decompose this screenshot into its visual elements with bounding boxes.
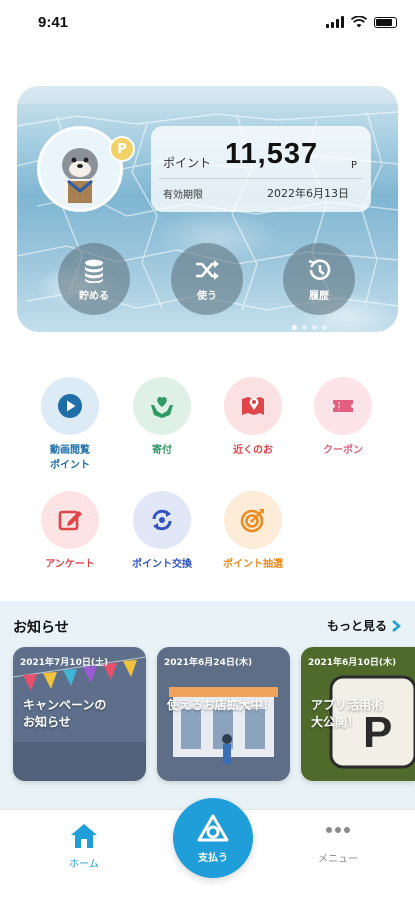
nav-home[interactable]: ホーム: [44, 822, 124, 870]
point-card: P ポイント 11,537 P 有効期限 2022年6月13日 貯める 使う 履…: [17, 86, 398, 332]
play-icon: [58, 394, 82, 418]
expiry-label: 有効期限: [163, 190, 203, 201]
menu-label: ポイント抽選: [223, 559, 283, 570]
menu-donation[interactable]: 寄付: [117, 377, 207, 458]
menu-nearby-shops[interactable]: 近くのお: [208, 377, 298, 458]
carousel-dot[interactable]: [322, 325, 327, 330]
divider: [159, 178, 363, 179]
menu-label: クーポン: [323, 445, 363, 456]
news-card[interactable]: 2021年6月24日(木) 使えるお店拡大中！: [157, 647, 290, 781]
news-headline: アプリ活用術 大公開！: [311, 698, 384, 729]
target-icon: [240, 509, 264, 533]
menu-label: ポイント交換: [132, 559, 192, 570]
carousel-dot[interactable]: [292, 325, 297, 330]
menu-label: 動画閲覧 ポイント: [50, 445, 90, 471]
pay-logo-icon: [197, 814, 229, 841]
shuffle-icon: [196, 259, 219, 280]
menu-survey[interactable]: アンケート: [25, 491, 115, 572]
news-more-link[interactable]: もっと見る: [327, 617, 401, 634]
heart-hands-icon: [151, 397, 173, 418]
news-date: 2021年6月24日(木): [164, 658, 253, 668]
wifi-icon: [351, 16, 367, 28]
menu-icon-circle: [314, 377, 372, 435]
ticket-icon: [333, 400, 353, 412]
seal-mascot-icon: [62, 148, 98, 203]
status-time: 9:41: [38, 14, 69, 31]
carousel-dot[interactable]: [312, 325, 317, 330]
more-dots-icon: [326, 827, 350, 833]
menu-icon-circle: [224, 491, 282, 549]
news-date: 2021年7月10日(土): [20, 658, 109, 668]
point-value: 11,537: [225, 138, 319, 170]
edit-icon: [58, 510, 82, 531]
use-button[interactable]: 使う: [171, 243, 243, 315]
menu-icon-circle: [41, 377, 99, 435]
history-button[interactable]: 履歴: [283, 243, 355, 315]
chevron-right-icon: [392, 619, 401, 632]
menu-icon-circle: [133, 377, 191, 435]
coin-badge: P: [109, 136, 135, 162]
history-label: 履歴: [309, 290, 329, 302]
exchange-icon: [152, 509, 172, 531]
earn-label: 貯める: [79, 290, 109, 302]
news-card[interactable]: P 2021年6月10日(木) アプリ活用術 大公開！: [301, 647, 415, 781]
battery-icon: [374, 16, 397, 28]
status-icons: [326, 16, 397, 28]
nav-home-label: ホーム: [69, 859, 99, 870]
nav-menu[interactable]: メニュー: [298, 822, 378, 865]
news-section: お知らせ もっと見る 2021年7月10日(土) キャンペーンの お知らせ 20…: [0, 601, 415, 809]
news-date: 2021年6月10日(木): [308, 658, 397, 668]
pay-label: 支払う: [198, 852, 228, 864]
status-bar: 9:41: [0, 0, 415, 46]
map-pin-icon: [242, 397, 264, 415]
menu-video-points[interactable]: 動画閲覧 ポイント: [25, 377, 115, 473]
menu-icon-circle: [133, 491, 191, 549]
menu-icon-circle: [41, 491, 99, 549]
point-label: ポイント: [163, 156, 212, 170]
news-more-label: もっと見る: [326, 619, 387, 633]
menu-label: 寄付: [152, 445, 172, 456]
coins-icon: [85, 259, 103, 283]
menu-point-exchange[interactable]: ポイント交換: [117, 491, 207, 572]
menu-point-lottery[interactable]: ポイント抽選: [208, 491, 298, 572]
expiry-value: 2022年6月13日: [267, 187, 349, 200]
bottom-nav: ホーム 支払う メニュー: [0, 798, 415, 900]
pay-button[interactable]: 支払う: [173, 798, 253, 878]
nav-menu-label: メニュー: [318, 854, 358, 865]
carousel-dot[interactable]: [302, 325, 307, 330]
point-balance-box: ポイント 11,537 P 有効期限 2022年6月13日: [151, 126, 371, 212]
carousel-dots[interactable]: [292, 325, 327, 330]
signal-icon: [326, 16, 344, 28]
home-icon: [71, 824, 97, 848]
menu-label: 近くのお: [233, 445, 273, 456]
use-label: 使う: [197, 290, 217, 302]
news-title: お知らせ: [13, 620, 69, 636]
earn-button[interactable]: 貯める: [58, 243, 130, 315]
history-icon: [308, 258, 331, 280]
news-headline: キャンペーンの お知らせ: [23, 698, 107, 729]
news-headline: 使えるお店拡大中！: [167, 698, 275, 712]
news-card[interactable]: 2021年7月10日(土) キャンペーンの お知らせ: [13, 647, 146, 781]
point-unit: P: [350, 160, 357, 171]
menu-coupon[interactable]: クーポン: [298, 377, 388, 458]
menu-label: アンケート: [45, 559, 95, 570]
menu-icon-circle: [224, 377, 282, 435]
avatar[interactable]: [37, 126, 123, 212]
